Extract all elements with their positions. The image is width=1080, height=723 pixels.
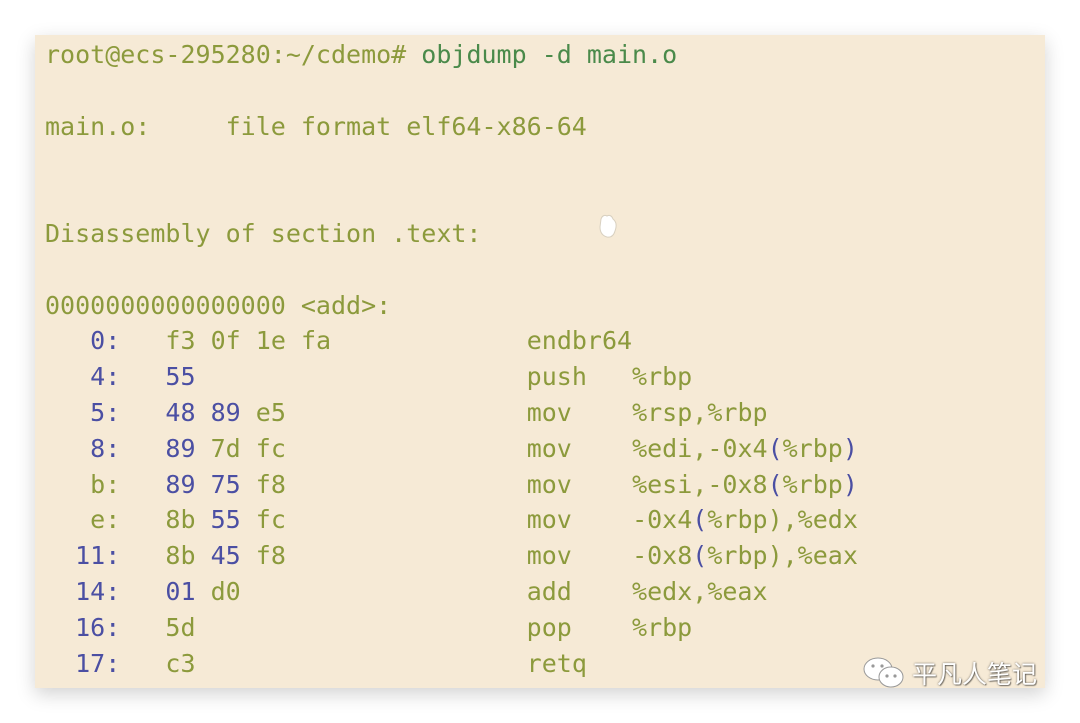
opcode-bytes: 48 89 e5 bbox=[165, 397, 286, 427]
operands: %esi,-0x8(%rbp) bbox=[632, 469, 858, 499]
opcode-bytes: 8b 45 f8 bbox=[165, 541, 286, 571]
opcode-bytes: 8b 55 fc bbox=[165, 505, 286, 535]
address: 0: bbox=[90, 326, 121, 356]
prompt-line: root@ecs-295280:~/cdemo# objdump -d main… bbox=[45, 37, 858, 73]
mnemonic: pop bbox=[526, 612, 633, 642]
disassembly-row: e: 8b 55 fc mov -0x4(%rbp),%edx bbox=[45, 502, 858, 538]
address: e: bbox=[90, 505, 121, 535]
opcode-bytes: 55 bbox=[165, 362, 196, 392]
address: 17: bbox=[75, 648, 121, 678]
opcode-bytes: f3 0f 1e fa bbox=[165, 326, 332, 356]
mnemonic: retq bbox=[526, 648, 633, 678]
opcode-bytes: 89 7d fc bbox=[165, 433, 286, 463]
disassembly-row: 14: 01 d0 add %edx,%eax bbox=[45, 574, 858, 610]
operands: %edi,-0x4(%rbp) bbox=[632, 433, 858, 463]
mnemonic: mov bbox=[526, 433, 633, 463]
disassembly-row: 4: 55 push %rbp bbox=[45, 359, 858, 395]
mnemonic: mov bbox=[526, 397, 633, 427]
file-format-line: main.o: file format elf64-x86-64 bbox=[45, 111, 587, 141]
wechat-icon bbox=[863, 657, 904, 688]
disassembly-row: b: 89 75 f8 mov %esi,-0x8(%rbp) bbox=[45, 467, 858, 503]
address: 5: bbox=[90, 397, 121, 427]
disassembly-row: 8: 89 7d fc mov %edi,-0x4(%rbp) bbox=[45, 431, 858, 467]
operands: %rbp bbox=[632, 612, 693, 642]
operands: -0x4(%rbp),%edx bbox=[632, 505, 858, 535]
watermark: 平凡人笔记 bbox=[862, 655, 1037, 691]
disassembly-row: 17: c3 retq bbox=[45, 646, 858, 682]
opcode-bytes: 01 d0 bbox=[165, 576, 241, 606]
prompt: root@ecs-295280:~/cdemo# bbox=[45, 40, 407, 69]
disassembly-row: 0: f3 0f 1e fa endbr64 bbox=[45, 323, 858, 359]
opcode-bytes: 5d bbox=[165, 612, 196, 642]
operands: %rbp bbox=[632, 362, 693, 392]
terminal-window[interactable]: root@ecs-295280:~/cdemo# objdump -d main… bbox=[35, 35, 1045, 688]
opcode-bytes: c3 bbox=[165, 648, 196, 678]
disassembly-row: 16: 5d pop %rbp bbox=[45, 610, 858, 646]
disassembly-row: 5: 48 89 e5 mov %rsp,%rbp bbox=[45, 395, 858, 431]
address: 4: bbox=[90, 362, 121, 392]
address: 14: bbox=[75, 576, 121, 606]
address: 11: bbox=[75, 541, 121, 571]
mnemonic: mov bbox=[526, 505, 633, 535]
mnemonic: push bbox=[526, 362, 633, 392]
address: 16: bbox=[75, 612, 121, 642]
operands: %rsp,%rbp bbox=[632, 397, 768, 427]
disassembly-row: 11: 8b 45 f8 mov -0x8(%rbp),%eax bbox=[45, 538, 858, 574]
mouse-cursor-icon bbox=[599, 214, 617, 238]
opcode-bytes: 89 75 f8 bbox=[165, 469, 286, 499]
watermark-text: 平凡人笔记 bbox=[912, 660, 1038, 689]
mnemonic: mov bbox=[526, 541, 633, 571]
section-header: Disassembly of section .text: bbox=[45, 218, 482, 248]
operands: -0x8(%rbp),%eax bbox=[632, 541, 858, 571]
mnemonic: endbr64 bbox=[526, 326, 633, 356]
mnemonic: add bbox=[526, 576, 633, 606]
address: b: bbox=[90, 469, 121, 499]
operands: %edx,%eax bbox=[632, 576, 768, 606]
mnemonic: mov bbox=[526, 469, 633, 499]
address: 8: bbox=[90, 433, 121, 463]
symbol-header: 0000000000000000 <add>: bbox=[45, 290, 392, 320]
terminal-output: root@ecs-295280:~/cdemo# objdump -d main… bbox=[45, 37, 858, 681]
command: objdump -d main.o bbox=[421, 40, 678, 69]
